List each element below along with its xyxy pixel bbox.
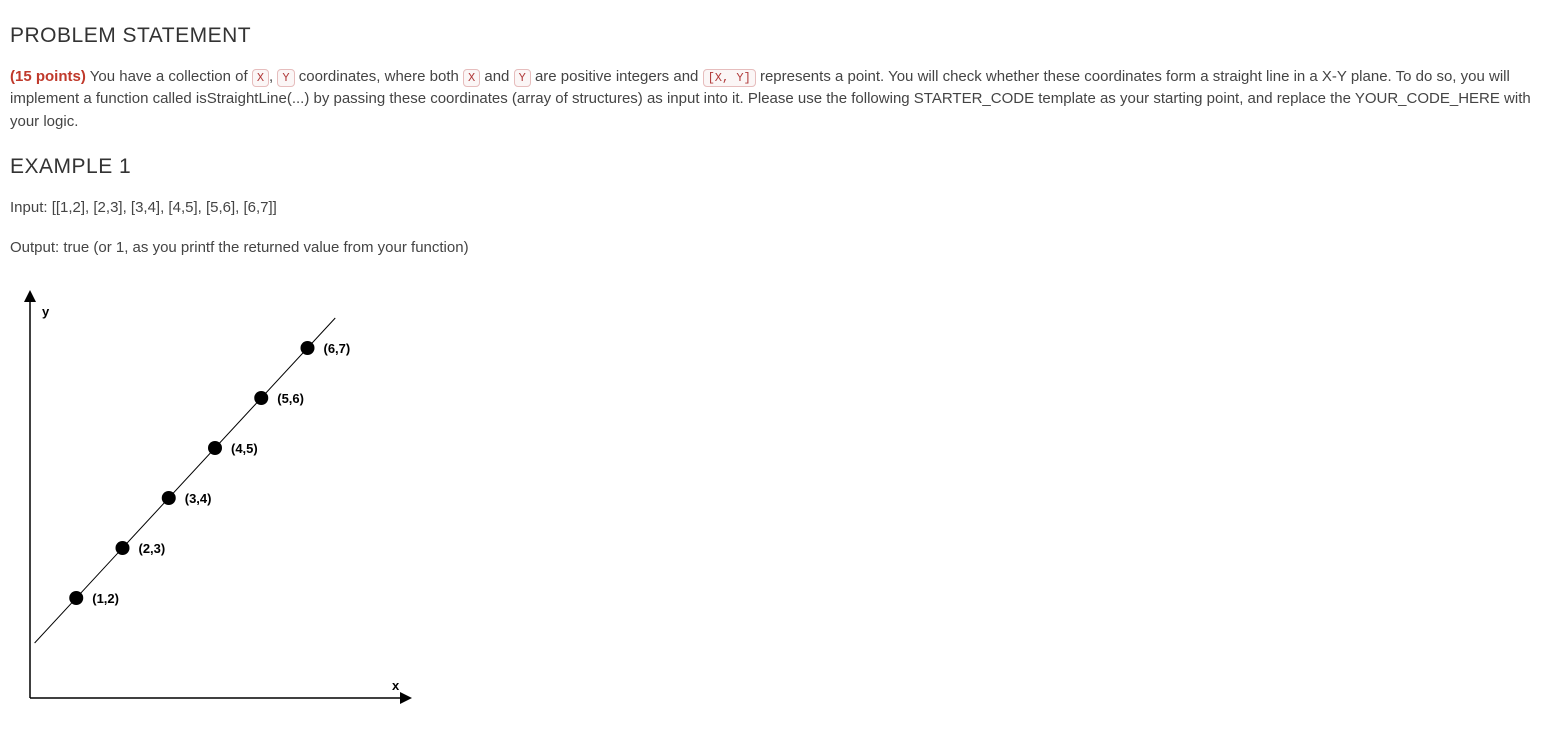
problem-text-seg3: coordinates, where both	[295, 68, 463, 85]
problem-text-seg1: You have a collection of	[86, 68, 252, 85]
data-point	[69, 591, 83, 605]
data-point	[254, 391, 268, 405]
data-point-label: (2,3)	[139, 541, 166, 556]
data-point	[208, 441, 222, 455]
example1-output: Output: true (or 1, as you printf the re…	[10, 237, 1558, 260]
example1-heading: EXAMPLE 1	[10, 151, 1558, 183]
data-point	[301, 341, 315, 355]
data-point-label: (4,5)	[231, 441, 258, 456]
y-axis-label: y	[42, 304, 50, 319]
x-axis-label: x	[392, 678, 400, 693]
example1-input: Input: [[1,2], [2,3], [3,4], [4,5], [5,6…	[10, 197, 1558, 220]
token-xy: [X, Y]	[703, 69, 756, 87]
data-point	[116, 541, 130, 555]
data-point-label: (1,2)	[92, 591, 119, 606]
problem-text-seg4: and	[480, 68, 513, 85]
problem-statement-heading: PROBLEM STATEMENT	[10, 20, 1558, 52]
data-point	[162, 491, 176, 505]
data-point-label: (3,4)	[185, 491, 212, 506]
example1-chart: (1,2) (2,3) (3,4) (4,5) (5,6) (6,7) x y	[10, 288, 1558, 718]
scatter-plot: (1,2) (2,3) (3,4) (4,5) (5,6) (6,7) x y	[10, 288, 440, 718]
token-x: X	[252, 69, 269, 87]
token-y: Y	[277, 69, 294, 87]
token-y2: Y	[514, 69, 531, 87]
problem-text-seg5: are positive integers and	[531, 68, 703, 85]
token-x2: X	[463, 69, 480, 87]
points-label: (15 points)	[10, 68, 86, 85]
data-point-label: (6,7)	[324, 341, 351, 356]
problem-paragraph: (15 points) You have a collection of X, …	[10, 66, 1558, 134]
data-point-label: (5,6)	[277, 391, 304, 406]
